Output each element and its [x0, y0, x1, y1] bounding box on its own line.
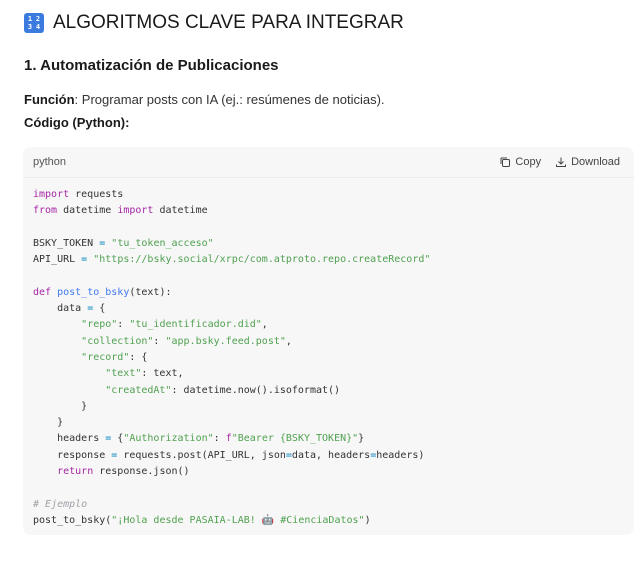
function-label: Función — [24, 92, 75, 107]
copy-button[interactable]: Copy — [499, 156, 541, 168]
download-label: Download — [571, 156, 620, 168]
numbers-icon-digit: 2 — [35, 15, 41, 23]
code-block: python Copy Download import requests fro… — [23, 147, 634, 535]
code-language-label: python — [33, 156, 67, 168]
code-label: Código (Python): — [24, 115, 129, 130]
copy-label: Copy — [515, 156, 542, 168]
numbers-icon: 1 2 3 4 — [24, 13, 44, 33]
numbers-icon-digit: 1 — [27, 15, 33, 23]
numbers-icon-digit: 4 — [35, 23, 41, 31]
page-title: ALGORITMOS CLAVE PARA INTEGRAR — [53, 12, 404, 33]
page-heading: 1 2 3 4 ALGORITMOS CLAVE PARA INTEGRAR — [24, 12, 404, 34]
function-text: : Programar posts con IA (ej.: resúmenes… — [74, 92, 385, 107]
code-label-text: Código (Python): — [24, 115, 130, 130]
numbers-icon-digit: 3 — [27, 23, 33, 31]
code-actions: Copy Download — [499, 156, 620, 168]
code-content[interactable]: import requests from datetime import dat… — [23, 178, 634, 529]
section-title: 1. Automatización de Publicaciones — [24, 57, 279, 74]
download-button[interactable]: Download — [555, 156, 620, 168]
code-block-header: python Copy Download — [23, 147, 634, 178]
download-icon — [556, 157, 567, 167]
copy-icon — [500, 157, 511, 167]
function-line: Función: Programar posts con IA (ej.: re… — [24, 92, 385, 107]
